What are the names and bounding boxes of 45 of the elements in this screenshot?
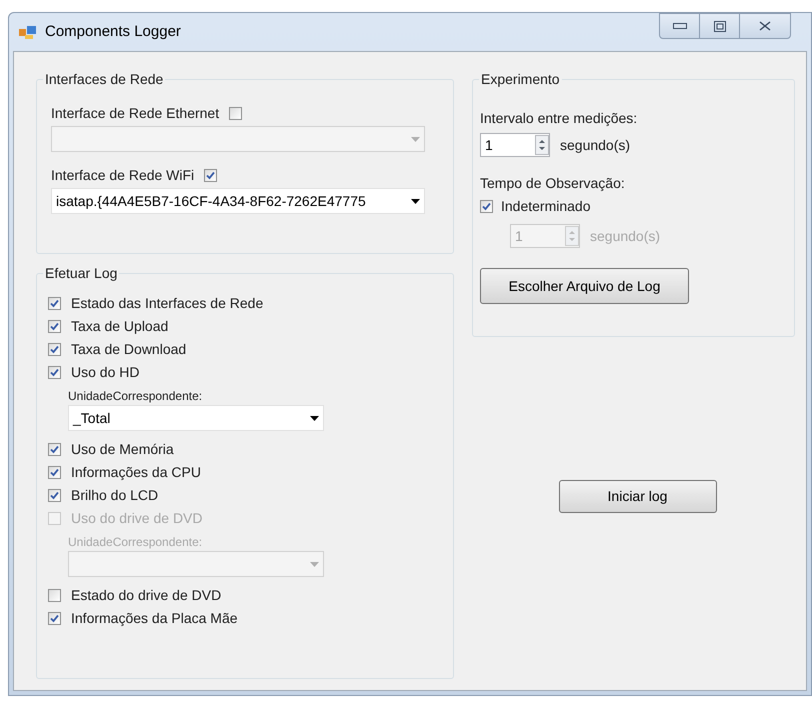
checkbox-label: Estado do drive de DVD — [71, 586, 222, 605]
checkbox[interactable] — [48, 366, 61, 379]
checkbox[interactable] — [48, 489, 61, 502]
checkbox-label: Uso do drive de DVD — [71, 509, 203, 528]
spin-arrows-icon — [565, 226, 579, 246]
checkbox[interactable] — [48, 320, 61, 333]
dropdown[interactable]: _Total — [68, 405, 324, 431]
checkbox[interactable] — [48, 297, 61, 310]
dropdown-arrow-icon — [411, 198, 420, 204]
checkbox[interactable] — [48, 466, 61, 479]
dropdown-label: UnidadeCorrespondente: — [68, 388, 204, 403]
checkbox[interactable] — [204, 168, 218, 182]
close-icon — [759, 21, 771, 31]
checkbox-label: Brilho do LCD — [71, 486, 158, 505]
checkbox-label: Interface de Rede WiFi — [51, 166, 194, 184]
checkbox-label: Informações da Placa Mãe — [71, 609, 238, 628]
dropdown-arrow-icon — [411, 136, 420, 142]
checkbox-label: Uso do HD — [71, 363, 140, 382]
checkbox[interactable] — [48, 589, 61, 602]
dropdown-arrow-icon — [310, 416, 319, 420]
minimize-icon — [672, 23, 686, 29]
checkbox-label: Indeterminado — [501, 196, 591, 216]
field-label: Intervalo entre medições: — [480, 109, 638, 128]
checkbox-label: Informações da CPU — [71, 463, 201, 482]
choose-log-file-button[interactable]: Escolher Arquivo de Log — [480, 268, 689, 304]
checkbox-label: Taxa de Upload — [71, 317, 168, 336]
checkbox[interactable] — [48, 343, 61, 356]
unit-label: segundo(s) — [590, 226, 660, 246]
app-icon — [19, 24, 37, 40]
checkbox[interactable] — [48, 612, 61, 625]
dropdown[interactable]: isatap.{44A4E5B7-16CF-4A34-8F62-7262E47775 — [51, 188, 425, 214]
number-spinner[interactable]: 1 — [480, 133, 550, 157]
checkbox-label: Interface de Rede Ethernet — [51, 104, 220, 122]
unit-label: segundo(s) — [560, 136, 630, 155]
checkbox-label: Uso de Memória — [71, 440, 174, 459]
maximize-icon — [714, 20, 726, 32]
window-title: Components Logger — [45, 22, 181, 42]
checkbox-label: Taxa de Download — [71, 340, 186, 359]
start-log-button[interactable]: Iniciar log — [558, 480, 716, 513]
dropdown-arrow-icon — [310, 562, 319, 566]
spin-arrows-icon — [535, 135, 549, 155]
checkbox[interactable] — [48, 443, 61, 456]
field-label: Tempo de Observação: — [480, 174, 626, 193]
dropdown-label: UnidadeCorrespondente: — [68, 534, 204, 549]
checkbox-label: Estado das Interfaces de Rede — [71, 294, 264, 313]
